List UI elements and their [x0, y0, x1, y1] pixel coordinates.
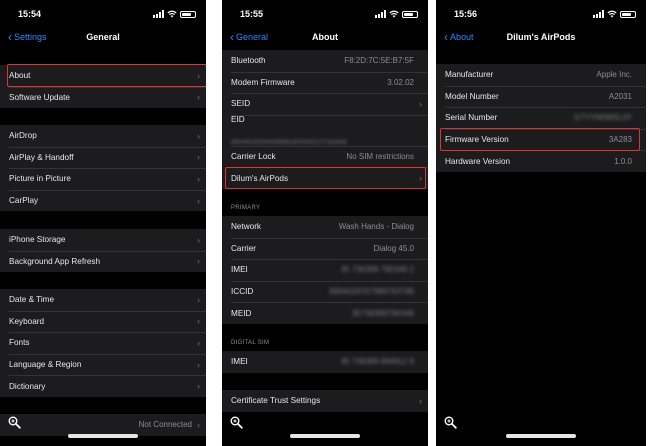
- row-seid[interactable]: SEID ›: [222, 93, 428, 115]
- chevron-right-icon: ›: [419, 395, 422, 406]
- chevron-right-icon: ›: [197, 195, 200, 206]
- chevron-left-icon: ‹: [444, 29, 448, 44]
- battery-icon: [180, 10, 196, 18]
- row-iccid: ICCID 8994029707989763789: [222, 280, 428, 303]
- row-hardware-version: Hardware Version 1.0.0: [436, 150, 646, 172]
- cert-group: Certificate Trust Settings ›: [222, 390, 428, 412]
- status-bar: 15:55: [222, 8, 428, 22]
- home-indicator: [68, 434, 138, 438]
- zoom-icon[interactable]: [228, 414, 244, 430]
- chevron-right-icon: ›: [197, 173, 200, 184]
- row-carrier: Carrier Dialog 45.0: [222, 237, 428, 260]
- chevron-right-icon: ›: [197, 337, 200, 348]
- home-indicator: [506, 434, 576, 438]
- chevron-right-icon: ›: [419, 173, 422, 184]
- row-airplay-handoff[interactable]: AirPlay & Handoff ›: [0, 146, 206, 169]
- chevron-left-icon: ‹: [8, 29, 12, 44]
- chevron-right-icon: ›: [197, 130, 200, 141]
- row-imei: IMEI 35 736389 790349 2: [222, 259, 428, 281]
- phone-general: 15:54 ‹ Settings General About › Software…: [0, 0, 206, 446]
- back-button[interactable]: ‹ General: [230, 29, 269, 44]
- row-picture-in-picture[interactable]: Picture in Picture ›: [0, 168, 206, 190]
- row-carrier-lock: Carrier Lock No SIM restrictions: [222, 145, 428, 168]
- row-vpn-status[interactable]: Not Connected ›: [0, 414, 206, 436]
- nav-bar: ‹ Settings General: [0, 30, 206, 46]
- zoom-icon[interactable]: [442, 414, 458, 430]
- row-certificate-trust-settings[interactable]: Certificate Trust Settings ›: [222, 390, 428, 412]
- row-serial-number: Serial Number GTYYN0MSL0Y: [436, 107, 646, 129]
- nav-bar: ‹ General About: [222, 30, 428, 46]
- phone-about: 15:55 ‹ General About Bluetooth F8:2D:7C:…: [222, 0, 428, 446]
- row-fonts[interactable]: Fonts ›: [0, 332, 206, 354]
- status-time: 15:56: [454, 9, 478, 19]
- chevron-right-icon: ›: [197, 152, 200, 163]
- battery-icon: [402, 10, 418, 18]
- wifi-icon: [607, 10, 617, 18]
- zoom-icon[interactable]: [6, 414, 22, 430]
- row-eid: EID 89049032004008882600045127282648: [222, 114, 428, 146]
- back-label: About: [450, 32, 474, 42]
- chevron-right-icon: ›: [197, 359, 200, 370]
- section-header-primary: PRIMARY: [231, 205, 261, 211]
- row-background-app-refresh[interactable]: Background App Refresh ›: [0, 250, 206, 273]
- chevron-right-icon: ›: [197, 92, 200, 103]
- row-about[interactable]: About ›: [0, 65, 206, 87]
- row-keyboard[interactable]: Keyboard ›: [0, 310, 206, 333]
- primary-group: Network Wash Hands - Dialog Carrier Dialog…: [222, 216, 428, 324]
- chevron-right-icon: ›: [197, 256, 200, 267]
- row-bluetooth: Bluetooth F8:2D:7C:5E:B7:5F: [231, 56, 414, 66]
- row-modem-firmware: Modem Firmware 3.02.02: [222, 71, 428, 94]
- chevron-right-icon: ›: [197, 316, 200, 327]
- row-network: Network Wash Hands - Dialog: [231, 222, 414, 232]
- cellular-signal-icon: [375, 10, 386, 18]
- row-firmware-version: Firmware Version 3A283: [436, 128, 646, 151]
- back-button[interactable]: ‹ Settings: [8, 29, 47, 44]
- about-group: Bluetooth F8:2D:7C:5E:B7:5F Modem Firmwar…: [222, 50, 428, 189]
- status-bar: 15:54: [0, 8, 206, 22]
- row-carplay[interactable]: CarPlay ›: [0, 189, 206, 212]
- status-time: 15:54: [18, 9, 42, 19]
- wifi-icon: [167, 10, 177, 18]
- back-button[interactable]: ‹ About: [444, 29, 474, 44]
- row-manufacturer: Manufacturer Apple Inc.: [445, 70, 632, 80]
- status-time: 15:55: [240, 9, 264, 19]
- wifi-icon: [389, 10, 399, 18]
- digital-sim-group: IMEI 35 736389 694912 9: [222, 351, 428, 373]
- row-software-update[interactable]: Software Update ›: [0, 86, 206, 109]
- nav-bar: ‹ About Dilum's AirPods: [436, 30, 646, 46]
- chevron-right-icon: ›: [197, 234, 200, 245]
- chevron-right-icon: ›: [197, 419, 200, 430]
- phone-airpods: 15:56 ‹ About Dilum's AirPods Manufactur…: [436, 0, 646, 446]
- chevron-right-icon: ›: [419, 98, 422, 109]
- row-iphone-storage[interactable]: iPhone Storage ›: [0, 229, 206, 251]
- row-digital-imei: IMEI 35 736389 694912 9: [231, 357, 414, 367]
- chevron-right-icon: ›: [197, 381, 200, 392]
- cellular-signal-icon: [153, 10, 164, 18]
- airpods-group: Manufacturer Apple Inc. Model Number A2031…: [436, 64, 646, 172]
- row-dictionary[interactable]: Dictionary ›: [0, 375, 206, 397]
- row-model-number: Model Number A2031: [436, 85, 646, 108]
- home-indicator: [290, 434, 360, 438]
- chevron-left-icon: ‹: [230, 29, 234, 44]
- settings-group: AirDrop › AirPlay & Handoff › Picture in P…: [0, 125, 206, 212]
- settings-group: iPhone Storage › Background App Refresh ›: [0, 229, 206, 273]
- row-date-time[interactable]: Date & Time ›: [0, 289, 206, 311]
- settings-group: Not Connected ›: [0, 414, 206, 436]
- settings-group: Date & Time › Keyboard › Fonts › Language &…: [0, 289, 206, 397]
- back-label: General: [236, 32, 269, 42]
- row-meid: MEID 35736389790349: [222, 302, 428, 324]
- settings-group: About › Software Update ›: [0, 65, 206, 109]
- cellular-signal-icon: [593, 10, 604, 18]
- status-bar: 15:56: [436, 8, 646, 22]
- row-airdrop[interactable]: AirDrop ›: [0, 125, 206, 147]
- section-header-digital-sim: DIGITAL SIM: [231, 340, 270, 346]
- battery-icon: [620, 10, 636, 18]
- back-label: Settings: [14, 32, 47, 42]
- row-language-region[interactable]: Language & Region ›: [0, 353, 206, 376]
- row-dilums-airpods[interactable]: Dilum's AirPods ›: [222, 167, 428, 189]
- chevron-right-icon: ›: [197, 294, 200, 305]
- chevron-right-icon: ›: [197, 70, 200, 81]
